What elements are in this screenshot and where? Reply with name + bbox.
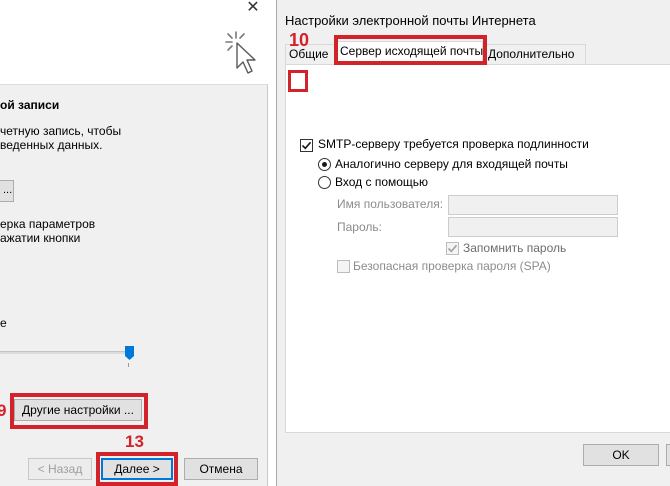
annotation-label-step-9: 9 [0, 401, 7, 420]
tab-advanced[interactable]: Дополнительно [484, 44, 586, 65]
annotation-label-step-13: 13 [125, 432, 144, 451]
cancel-button[interactable]: Отмена [184, 458, 258, 480]
description-line-2: веденных данных. [0, 138, 103, 152]
slider-tick [128, 363, 129, 367]
checkmark-icon [447, 244, 458, 253]
radio-log-on-using[interactable] [318, 176, 331, 189]
annotation-box-step-9 [10, 393, 148, 429]
checkmark-icon [301, 141, 312, 150]
remember-password-checkbox[interactable] [446, 242, 459, 255]
account-setup-wizard: ✕ ой записи четную запись, чтобы веденны… [0, 0, 268, 486]
spa-label: Безопасная проверка пароля (SPA) [353, 259, 551, 273]
ok-label: OK [612, 448, 630, 462]
section-heading: ой записи [0, 98, 60, 112]
internet-email-settings-dialog: Настройки электронной почты Интернета Об… [276, 0, 670, 486]
radio-same-as-incoming-label: Аналогично серверу для входящей почты [335, 157, 568, 171]
dialog-cancel-button[interactable] [666, 444, 670, 466]
ok-button[interactable]: OK [583, 444, 659, 466]
slider-label: е [0, 316, 7, 330]
radio-log-on-using-label: Вход с помощью [335, 175, 429, 189]
test-settings-line-2: ажатии кнопки [0, 231, 81, 245]
smtp-auth-label: SMTP-серверу требуется проверка подлинно… [318, 137, 589, 151]
close-icon[interactable]: ✕ [244, 0, 262, 18]
wizard-header: ✕ [0, 0, 268, 85]
password-label: Пароль: [337, 220, 382, 234]
dialog-title: Настройки электронной почты Интернета [285, 13, 536, 28]
offline-slider-track[interactable] [0, 351, 128, 354]
test-settings-line-1: ерка параметров [0, 217, 96, 231]
annotation-label-step-10: 10 [289, 30, 310, 50]
annotation-box-step-13 [96, 452, 178, 486]
test-account-button[interactable]: ... [0, 180, 14, 202]
smtp-auth-checkbox[interactable] [300, 139, 313, 152]
back-button: < Назад [28, 458, 92, 480]
password-field[interactable] [448, 217, 618, 237]
cursor-click-icon [225, 31, 256, 74]
radio-same-as-incoming[interactable] [318, 158, 331, 171]
description-line-1: четную запись, чтобы [0, 124, 122, 138]
outgoing-server-panel: SMTP-серверу требуется проверка подлинно… [285, 64, 670, 433]
annotation-box-step-10 [334, 35, 487, 65]
remember-password-label: Запомнить пароль [463, 241, 567, 255]
username-field[interactable] [448, 195, 618, 215]
back-label: < Назад [37, 462, 83, 476]
username-label: Имя пользователя: [337, 197, 444, 211]
radio-selected-dot [322, 162, 327, 167]
cancel-label: Отмена [199, 462, 243, 476]
offline-slider-thumb[interactable] [125, 346, 134, 360]
spa-checkbox[interactable] [337, 260, 350, 273]
annotation-box-smtp-checkbox [288, 70, 308, 92]
